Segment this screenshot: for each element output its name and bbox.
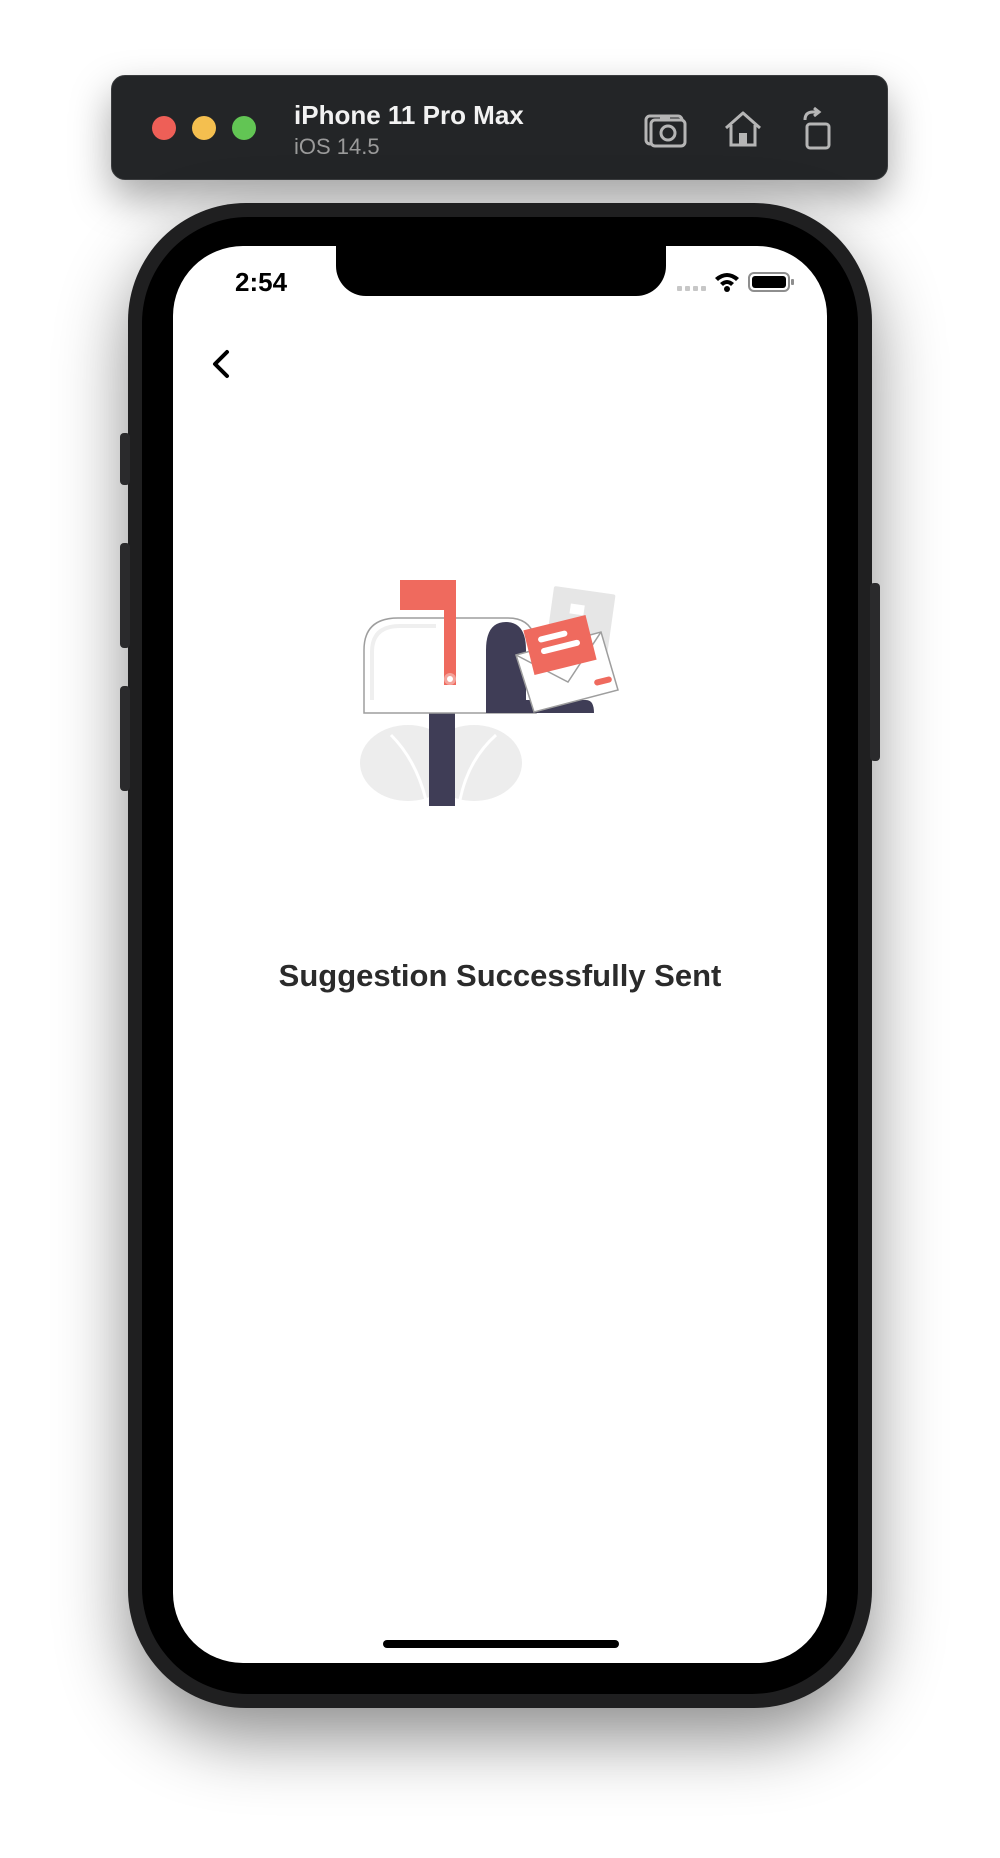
power-button — [870, 583, 880, 761]
back-button[interactable] — [203, 344, 243, 384]
mailbox-illustration — [356, 560, 646, 810]
chevron-left-icon — [213, 350, 229, 378]
minimize-window-button[interactable] — [192, 116, 216, 140]
notch — [336, 246, 666, 296]
home-button[interactable] — [720, 106, 766, 152]
stage: iPhone 11 Pro Max iOS 14.5 2:54 Suggesti… — [0, 0, 1000, 1858]
wifi-icon — [715, 273, 739, 292]
app-screen: 2:54 Suggestion Successfully Sent — [173, 246, 827, 1663]
rotate-button[interactable] — [795, 106, 841, 152]
home-icon — [725, 111, 761, 147]
volume-up-button — [120, 543, 130, 648]
battery-icon — [748, 272, 794, 292]
success-message: Suggestion Successfully Sent — [278, 958, 722, 993]
silent-switch — [120, 433, 130, 485]
status-time: 2:54 — [235, 267, 288, 297]
screenshot-icon — [644, 114, 687, 148]
rotate-icon — [803, 106, 831, 150]
home-indicator[interactable] — [383, 1640, 619, 1648]
screenshot-button[interactable] — [642, 106, 688, 152]
simulator-toolbar: iPhone 11 Pro Max iOS 14.5 — [111, 75, 888, 180]
close-window-button[interactable] — [152, 116, 176, 140]
status-icons — [677, 270, 795, 294]
zoom-window-button[interactable] — [232, 116, 256, 140]
phone-frame: 2:54 Suggestion Successfully Sent — [120, 203, 880, 1708]
os-version: iOS 14.5 — [294, 134, 380, 159]
signal-icon — [677, 286, 706, 291]
volume-down-button — [120, 686, 130, 791]
device-name: iPhone 11 Pro Max — [294, 100, 524, 130]
